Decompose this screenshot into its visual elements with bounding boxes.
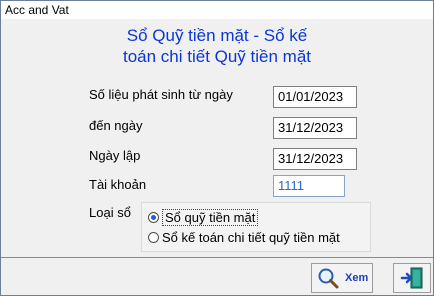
- view-button-label: Xem: [345, 272, 369, 284]
- account-input[interactable]: 1111: [273, 175, 345, 197]
- radio-cash-book[interactable]: Sổ quỹ tiền mặt: [148, 209, 259, 226]
- view-button[interactable]: Xem: [311, 263, 373, 293]
- radio-dot: [148, 232, 159, 243]
- radio-dot-selected: [148, 212, 159, 223]
- from-date-input[interactable]: 01/01/2023: [273, 86, 357, 108]
- dialog-window: Acc and Vat Sổ Quỹ tiền mặt - Sổ kế toán…: [0, 0, 434, 296]
- radio-cash-book-label: Sổ quỹ tiền mặt: [162, 209, 259, 226]
- radio-detail-cash-ledger-label: Sổ kế toán chi tiết quỹ tiền mặt: [162, 230, 340, 245]
- exit-door-icon: [400, 267, 423, 289]
- account-label: Tài khoản: [89, 177, 147, 192]
- title-bar: Acc and Vat: [1, 1, 433, 19]
- footer-divider: [1, 257, 433, 258]
- magnifier-icon: [318, 268, 339, 289]
- report-title-line-2: toán chi tiết Quỹ tiền mặt: [122, 47, 312, 66]
- book-type-label: Loại sổ: [89, 205, 131, 220]
- created-date-label: Ngày lập: [89, 148, 141, 163]
- exit-button[interactable]: [393, 263, 431, 293]
- to-date-input[interactable]: 31/12/2023: [273, 117, 357, 139]
- window-title: Acc and Vat: [5, 3, 69, 17]
- report-header: Sổ Quỹ tiền mặt - Sổ kế toán chi tiết Qu…: [1, 19, 433, 66]
- from-date-label: Số liệu phát sinh từ ngày: [89, 87, 233, 102]
- to-date-label: đến ngày: [89, 118, 143, 133]
- book-type-group: Sổ quỹ tiền mặt Sổ kế toán chi tiết quỹ …: [141, 202, 371, 252]
- created-date-input[interactable]: 31/12/2023: [273, 148, 357, 170]
- radio-detail-cash-ledger[interactable]: Sổ kế toán chi tiết quỹ tiền mặt: [148, 230, 340, 245]
- report-title-line-1: Sổ Quỹ tiền mặt - Sổ kế: [126, 26, 308, 45]
